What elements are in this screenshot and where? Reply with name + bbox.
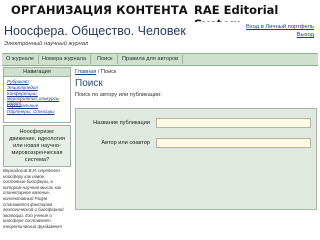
navigation-panel: Навигация Рубрикат Энциклопедия Конферен… (3, 67, 71, 123)
sidebar-quote: Вернадский В.И. определял ноосферу как н… (3, 168, 64, 229)
promo-text: Ноосферизм: движение, идеология или нова… (9, 129, 65, 163)
slide-title-left: ОРГАНИЗАЦИЯ КОНТЕНТА (11, 3, 188, 17)
top-navigation: О журнале Номера журнала Поиск Правила д… (2, 53, 318, 66)
slide-header: ОРГАНИЗАЦИЯ КОНТЕНТА RAE Editorial Syste… (0, 0, 320, 31)
site-title: Ноосфера. Общество. Человек (4, 24, 186, 38)
sidebar-link-official[interactable]: Официальные (7, 103, 38, 108)
publication-title-label: Название публикации (93, 120, 150, 126)
main-content: Главная / Поиск Поиск Поиск по автору ил… (73, 66, 318, 238)
login-link[interactable]: Вход в Личный портфель (246, 24, 314, 30)
breadcrumb-current: Поиск (100, 69, 117, 75)
nav-item-author-rules[interactable]: Правила для авторов (118, 55, 184, 64)
navigation-heading: Навигация (4, 68, 70, 77)
author-label: Автор или соавтор (101, 140, 150, 146)
search-form: Название публикации Автор или соавтор (75, 108, 317, 210)
site-subtitle: Электронный научный журнал (4, 41, 89, 47)
author-input[interactable] (156, 138, 311, 148)
page-subtitle: Поиск по автору или публикации: (75, 92, 162, 98)
logout-link[interactable]: Выход (297, 32, 314, 38)
website-screenshot: Ноосфера. Общество. Человек Электронный … (2, 22, 318, 238)
sidebar: Навигация Рубрикат Энциклопедия Конферен… (2, 66, 71, 238)
site-header: Ноосфера. Общество. Человек Электронный … (2, 22, 318, 52)
breadcrumb-home[interactable]: Главная (75, 69, 96, 75)
nav-item-issues[interactable]: Номера журнала (38, 55, 92, 64)
sidebar-link-partners[interactable]: Партнеры, Спонсоры (7, 109, 55, 114)
nav-item-about[interactable]: О журнале (2, 55, 40, 64)
sidebar-link-encyclopedia[interactable]: Энциклопедия (7, 85, 38, 90)
nav-item-search[interactable]: Поиск (93, 55, 118, 64)
sidebar-link-rubricator[interactable]: Рубрикат (7, 79, 29, 84)
promo-banner[interactable]: Ноосферизм: движение, идеология или нова… (3, 125, 71, 167)
breadcrumb: Главная / Поиск (75, 69, 116, 75)
publication-title-input[interactable] (156, 118, 311, 128)
page-title: Поиск (75, 78, 103, 89)
